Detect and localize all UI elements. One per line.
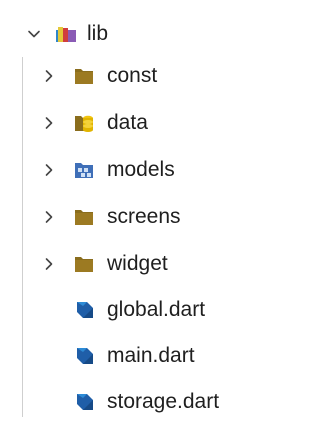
- file-explorer-tree: lib const data models screens widget glo…: [0, 0, 263, 417]
- tree-item-const[interactable]: const: [0, 56, 263, 96]
- tree-item-screens[interactable]: screens: [0, 197, 263, 237]
- tree-item-label: models: [107, 158, 175, 181]
- folder-icon: [75, 69, 93, 84]
- tree-item-label: widget: [107, 252, 168, 275]
- tree-item-label: storage.dart: [107, 390, 220, 413]
- folder-icon: [75, 257, 93, 272]
- chevron-right-icon[interactable]: [40, 208, 58, 226]
- dart-file-icon: [77, 348, 93, 364]
- tree-item-storage-dart[interactable]: storage.dart: [0, 382, 263, 422]
- tree-item-global-dart[interactable]: global.dart: [0, 290, 263, 330]
- tree-item-label: main.dart: [107, 344, 195, 367]
- chevron-right-icon[interactable]: [40, 255, 58, 273]
- tree-item-lib[interactable]: lib: [0, 14, 263, 54]
- chevron-down-icon[interactable]: [25, 25, 43, 43]
- tree-item-main-dart[interactable]: main.dart: [0, 336, 263, 376]
- tree-item-label: screens: [107, 205, 181, 228]
- tree-item-label: global.dart: [107, 298, 206, 321]
- chevron-right-icon[interactable]: [40, 114, 58, 132]
- chevron-right-icon[interactable]: [40, 161, 58, 179]
- tree-item-models[interactable]: models: [0, 150, 263, 190]
- tree-item-widget[interactable]: widget: [0, 244, 263, 284]
- tree-item-label: const: [107, 64, 158, 87]
- folder-icon: [75, 210, 93, 225]
- chevron-right-icon[interactable]: [40, 67, 58, 85]
- folder-models-icon: [75, 163, 93, 178]
- dart-file-icon: [77, 394, 93, 410]
- folder-lib-open-icon: [56, 27, 76, 42]
- tree-item-label: lib: [87, 22, 109, 45]
- dart-file-icon: [77, 302, 93, 318]
- tree-item-label: data: [107, 111, 148, 134]
- tree-item-data[interactable]: data: [0, 103, 263, 143]
- folder-data-icon: [75, 115, 93, 132]
